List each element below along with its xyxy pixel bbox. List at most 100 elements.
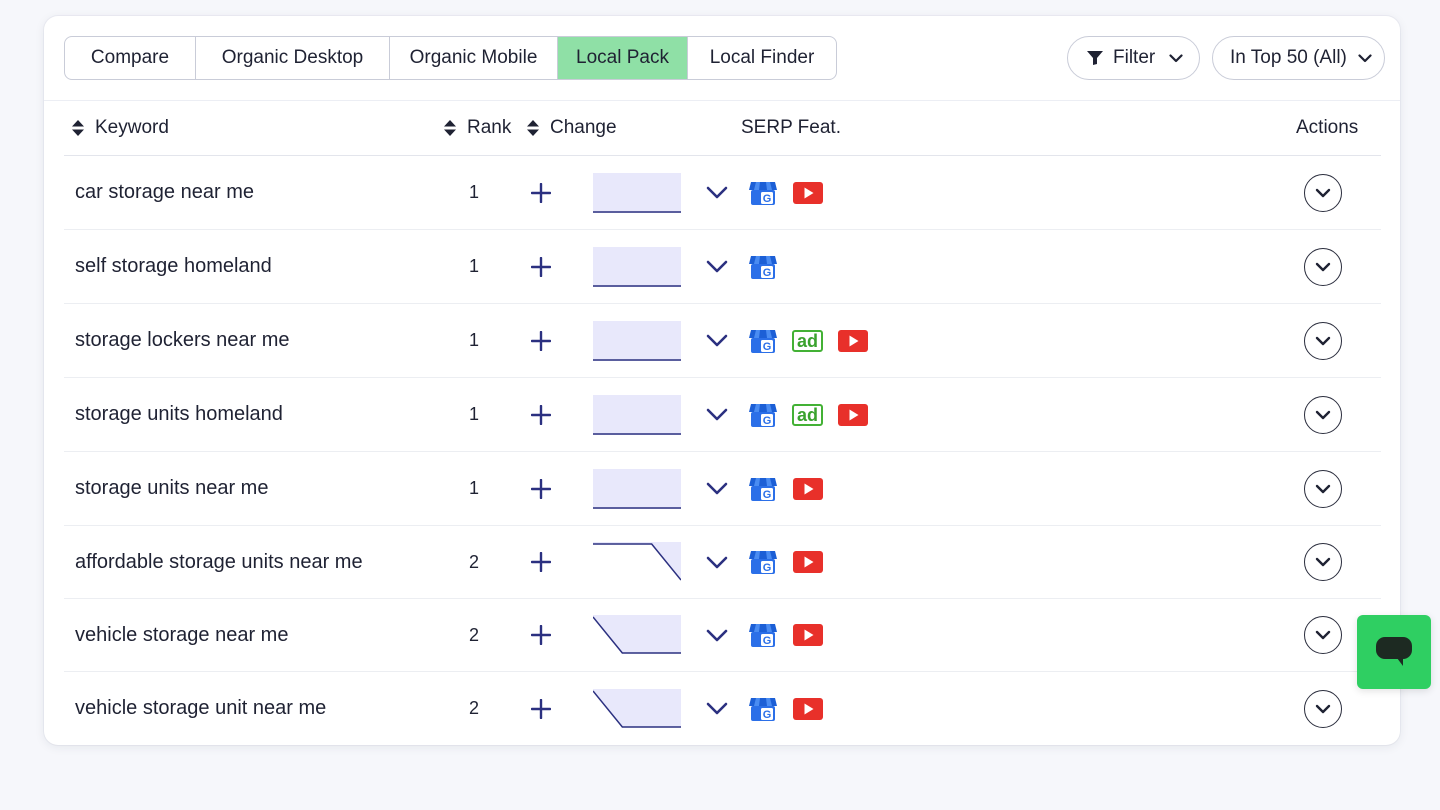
chevron-down-icon: [706, 702, 728, 715]
row-actions-button[interactable]: [1304, 395, 1342, 434]
row-actions-button[interactable]: [1304, 173, 1342, 212]
rank-value: 1: [468, 330, 479, 350]
add-to-compare-button[interactable]: [529, 672, 553, 745]
table-row: storage units homeland 1 Gad: [64, 378, 1381, 452]
rank-change-sparkline: [593, 526, 681, 598]
chevron-down-icon: [1315, 630, 1331, 640]
chat-icon: [1376, 637, 1412, 666]
youtube-icon: [793, 551, 823, 573]
rank-value: 2: [468, 624, 479, 645]
row-actions-button[interactable]: [1304, 469, 1342, 508]
table-row: vehicle storage unit near me 2 G: [64, 672, 1381, 745]
serp-features: G: [748, 599, 824, 671]
expand-serp-button[interactable]: [705, 230, 729, 303]
chevron-down-icon: [1315, 557, 1331, 567]
youtube-icon: [838, 329, 869, 352]
chevron-down-icon: [1315, 484, 1331, 493]
keyword-text: vehicle storage unit near me: [75, 697, 327, 719]
expand-serp-button[interactable]: [705, 304, 729, 377]
keyword-text: car storage near me: [75, 181, 254, 203]
table-row: storage units near me 1 G: [64, 452, 1381, 526]
expand-serp-button[interactable]: [705, 156, 729, 229]
chevron-down-icon: [706, 556, 728, 568]
serp-features: G: [748, 526, 824, 598]
svg-text:G: G: [763, 562, 772, 574]
tab-organic-desktop[interactable]: Organic Desktop: [196, 37, 390, 79]
add-to-compare-button[interactable]: [529, 452, 553, 525]
chevron-down-icon: [706, 482, 728, 495]
rank-value: 1: [468, 478, 479, 498]
svg-text:G: G: [763, 193, 772, 205]
add-to-compare-button[interactable]: [529, 230, 553, 303]
row-actions-button[interactable]: [1304, 321, 1342, 360]
plus-icon: [531, 330, 551, 351]
svg-text:G: G: [763, 489, 772, 501]
chevron-down-icon: [706, 260, 728, 273]
row-actions-button[interactable]: [1304, 543, 1342, 581]
top-rank-dropdown[interactable]: In Top 50 (All): [1212, 36, 1385, 80]
column-serp-features: SERP Feat.: [741, 117, 841, 138]
serp-features: Gad: [748, 304, 869, 377]
table-row: storage lockers near me 1 Gad: [64, 304, 1381, 378]
svg-text:G: G: [763, 267, 772, 279]
top-rank-label: In Top 50 (All): [1230, 47, 1347, 68]
google-my-business-icon: G: [749, 403, 777, 427]
expand-serp-button[interactable]: [705, 672, 729, 745]
serp-features: G: [748, 156, 824, 229]
keyword-text: self storage homeland: [75, 255, 272, 277]
row-actions-button[interactable]: [1304, 689, 1342, 728]
serp-features: G: [748, 452, 824, 525]
serp-type-tabs: Compare Organic Desktop Organic Mobile L…: [64, 36, 837, 80]
tab-local-pack[interactable]: Local Pack: [558, 37, 688, 79]
table-row: vehicle storage near me 2 G: [64, 599, 1381, 672]
plus-icon: [531, 404, 551, 425]
expand-serp-button[interactable]: [705, 599, 729, 671]
plus-icon: [531, 552, 551, 572]
youtube-icon: [838, 403, 869, 426]
column-keyword[interactable]: Keyword: [71, 100, 169, 156]
add-to-compare-button[interactable]: [529, 156, 553, 229]
expand-serp-button[interactable]: [705, 378, 729, 451]
row-actions-button[interactable]: [1304, 247, 1342, 286]
filter-label: Filter: [1113, 47, 1156, 68]
add-to-compare-button[interactable]: [529, 378, 553, 451]
chevron-down-icon: [1315, 704, 1331, 713]
tab-organic-mobile[interactable]: Organic Mobile: [390, 37, 558, 79]
add-to-compare-button[interactable]: [529, 304, 553, 377]
plus-icon: [531, 182, 551, 203]
expand-serp-button[interactable]: [705, 526, 729, 598]
google-my-business-icon: G: [749, 697, 777, 721]
sort-icon: [444, 120, 456, 136]
table-row: affordable storage units near me 2 G: [64, 526, 1381, 599]
serp-features: G: [748, 230, 778, 303]
tab-local-finder[interactable]: Local Finder: [688, 37, 836, 79]
rank-value: 2: [468, 698, 479, 718]
column-change[interactable]: Change: [526, 100, 617, 156]
svg-text:G: G: [763, 635, 772, 647]
chevron-down-icon: [1169, 53, 1183, 62]
tab-compare[interactable]: Compare: [65, 37, 196, 79]
row-actions-button[interactable]: [1304, 616, 1342, 654]
chevron-down-icon: [706, 629, 728, 641]
table-header: Keyword Rank Change SERP Feat. Actions: [64, 100, 1381, 156]
table-row: car storage near me 1 G: [64, 156, 1381, 230]
add-to-compare-button[interactable]: [529, 526, 553, 598]
chevron-down-icon: [1358, 53, 1372, 62]
add-to-compare-button[interactable]: [529, 599, 553, 671]
serp-features: Gad: [748, 378, 869, 451]
google-my-business-icon: G: [749, 329, 777, 353]
rank-change-sparkline: [593, 599, 681, 671]
chevron-down-icon: [706, 408, 728, 421]
rank-value: 1: [468, 404, 479, 424]
google-my-business-icon: G: [749, 477, 777, 501]
keyword-text: affordable storage units near me: [75, 550, 363, 573]
column-rank[interactable]: Rank: [443, 100, 511, 156]
chat-button[interactable]: [1357, 615, 1431, 689]
chevron-down-icon: [1315, 262, 1331, 271]
google-my-business-icon: G: [749, 181, 777, 205]
filter-button[interactable]: Filter: [1067, 36, 1200, 80]
plus-icon: [531, 625, 551, 645]
keyword-text: vehicle storage near me: [75, 623, 289, 646]
svg-text:G: G: [763, 341, 772, 353]
expand-serp-button[interactable]: [705, 452, 729, 525]
